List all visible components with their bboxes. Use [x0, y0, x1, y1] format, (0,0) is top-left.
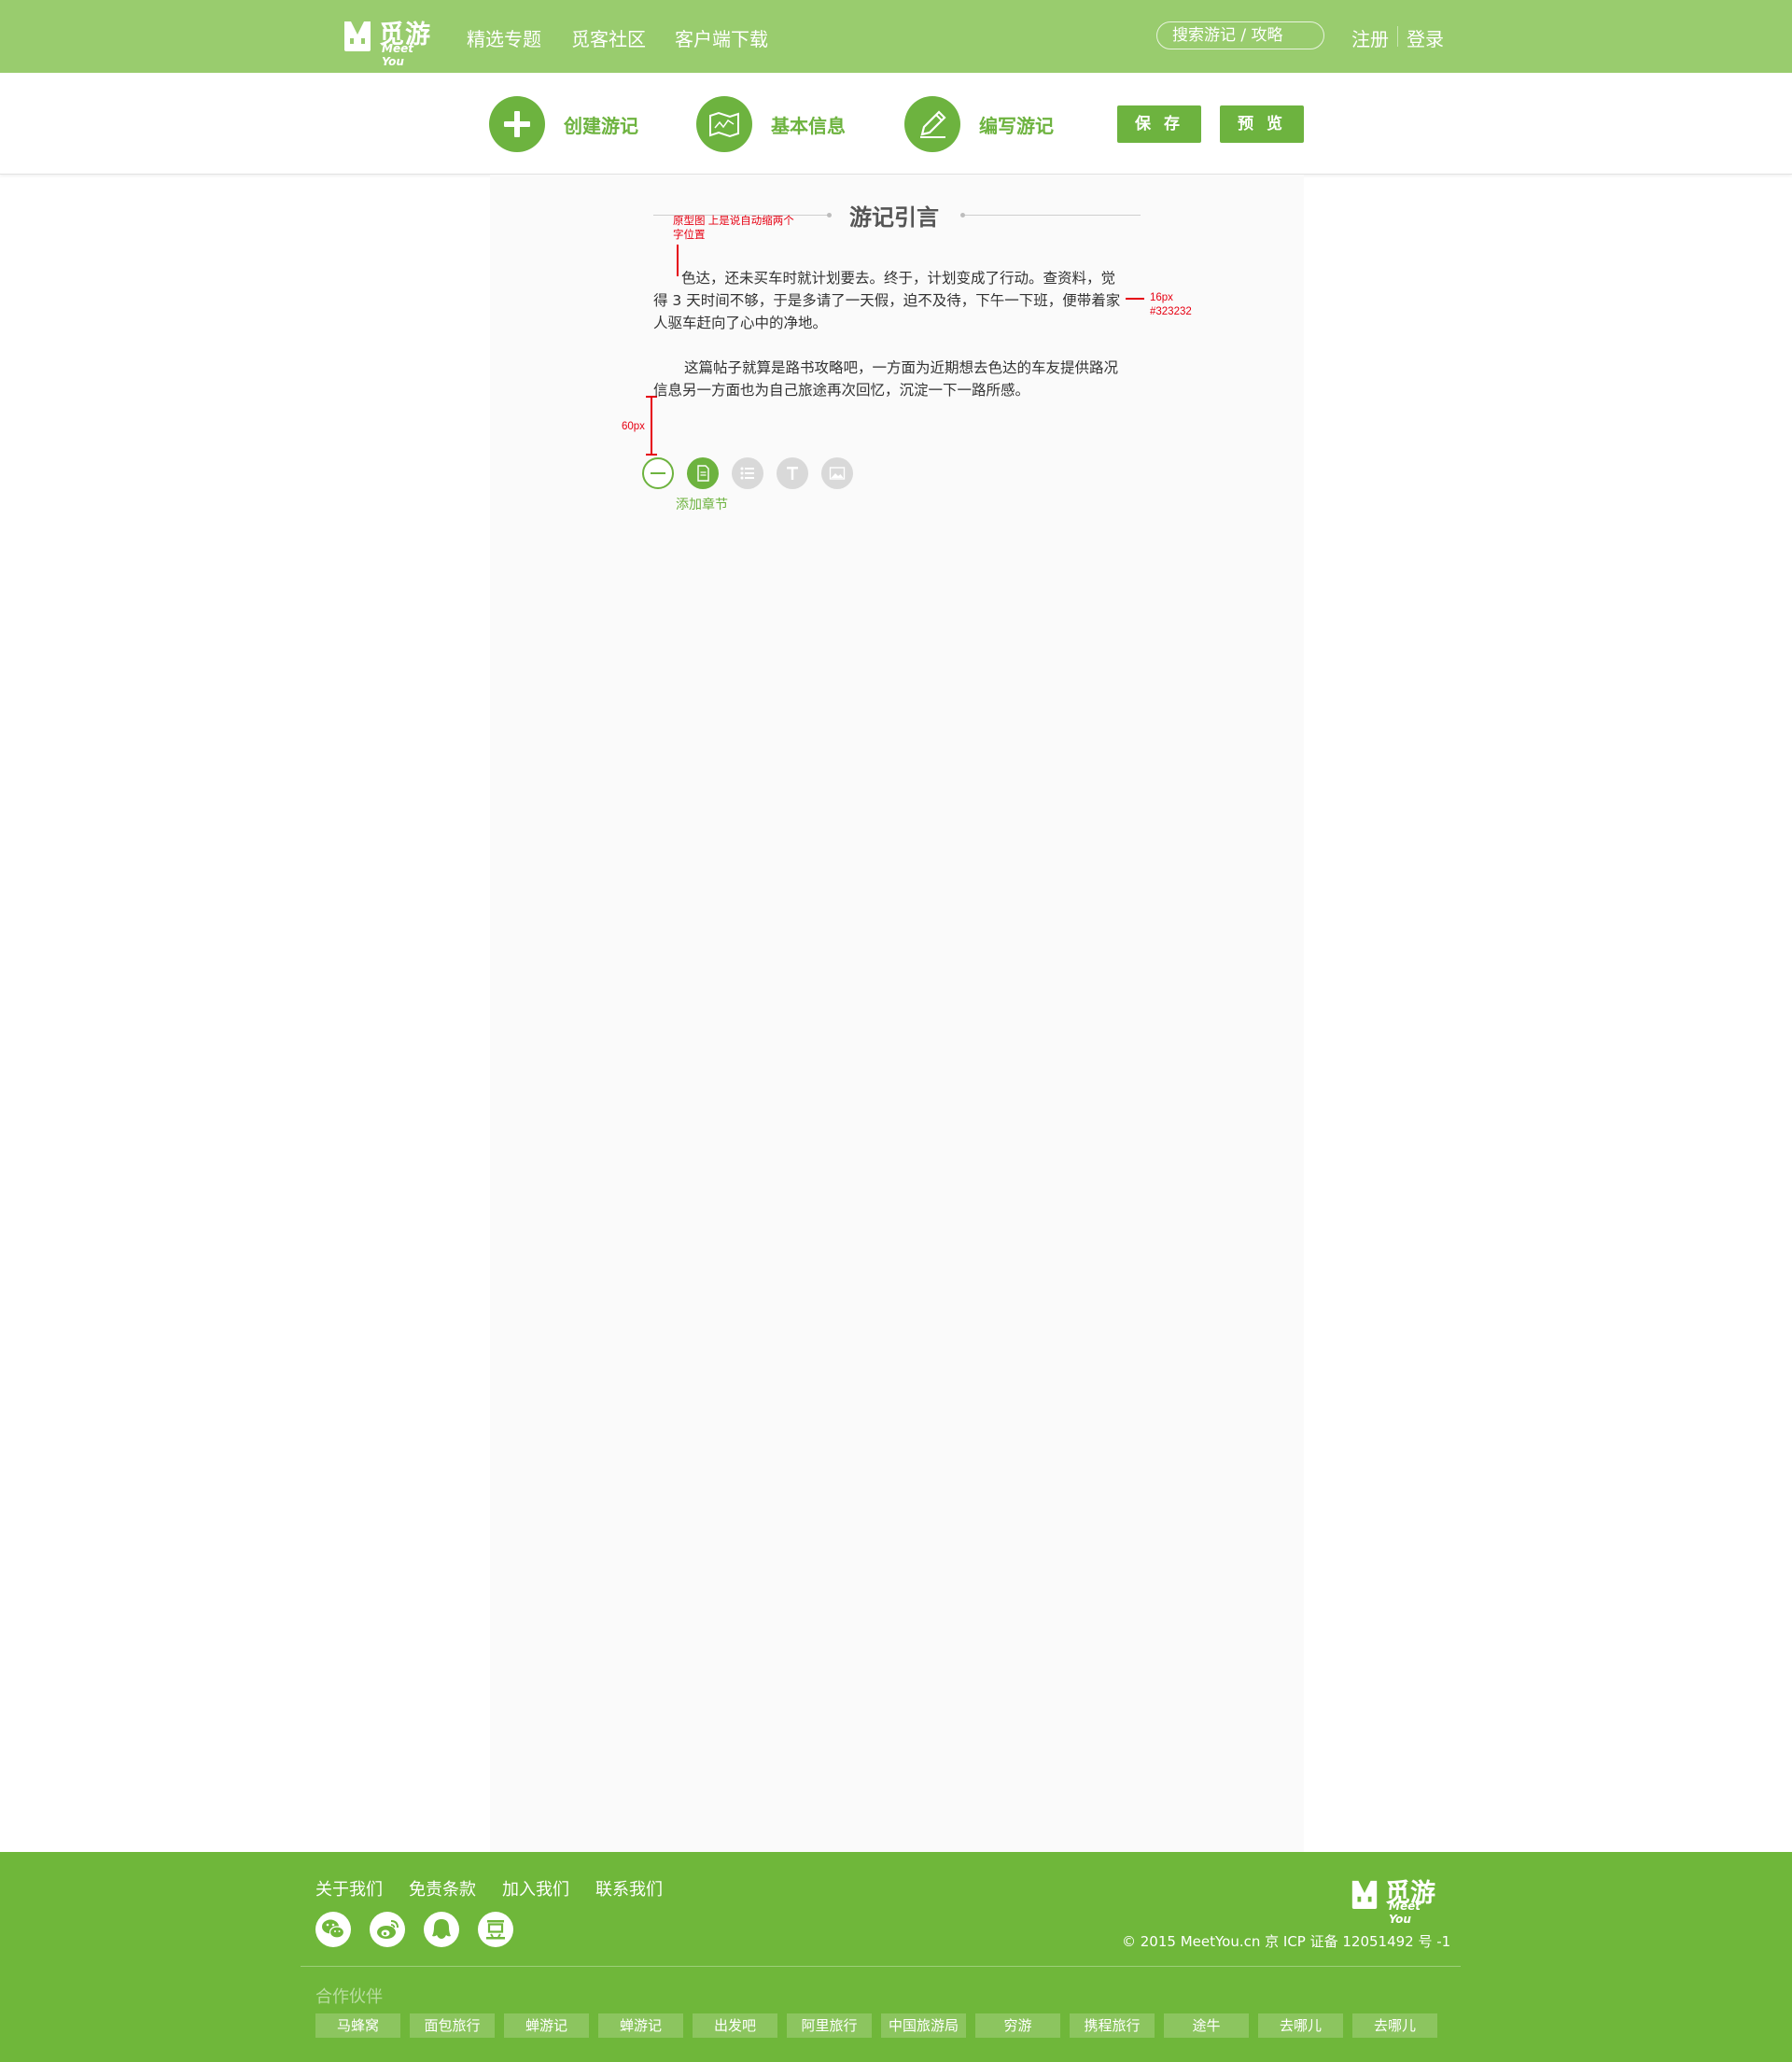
save-button[interactable]: 保 存 [1117, 105, 1201, 143]
editor-canvas [490, 175, 1304, 1852]
spacing-marker-line [651, 396, 652, 454]
logo-mark-icon [1351, 1880, 1378, 1909]
logo-subtext: Meet You [382, 42, 413, 68]
step-create-button[interactable] [489, 96, 545, 152]
copyright-text: © 2015 MeetYou.cn 京 ICP 证备 12051492 号 -1 [1122, 1933, 1451, 1950]
partners-title: 合作伙伴 [315, 1987, 383, 2007]
pencil-icon [920, 110, 946, 138]
wechat-button[interactable] [315, 1912, 351, 1947]
logo-mark-icon [344, 21, 371, 51]
partner-tag[interactable]: 去哪儿 [1352, 2013, 1437, 2038]
spacing-note: 60px [622, 421, 645, 432]
preview-button[interactable]: 预 览 [1220, 105, 1304, 143]
title-rule-right [965, 215, 1141, 216]
step-write-button[interactable] [904, 96, 960, 152]
list-icon [732, 457, 763, 489]
footer-logo-subtext: Meet You [1389, 1900, 1421, 1926]
wechat-icon [322, 1919, 345, 1939]
register-link[interactable]: 注册 [1351, 24, 1389, 51]
add-chapter-button[interactable] [687, 457, 719, 489]
partner-tag[interactable]: 阿里旅行 [787, 2013, 872, 2038]
plus-icon [504, 111, 530, 137]
image-icon [821, 457, 853, 489]
partner-tag[interactable]: 中国旅游局 [881, 2013, 966, 2038]
document-icon [687, 457, 719, 489]
partner-tag[interactable]: 携程旅行 [1070, 2013, 1155, 2038]
section-title: 游记引言 [849, 204, 939, 231]
add-image-button[interactable] [821, 457, 853, 489]
weibo-icon [377, 1920, 399, 1939]
add-list-button[interactable] [732, 457, 763, 489]
paragraph-line: 人驱车赶向了心中的净地。 [653, 315, 828, 331]
nav-featured-topics[interactable]: 精选专题 [467, 24, 541, 51]
footer-link-about[interactable]: 关于我们 [315, 1876, 383, 1901]
font-size-note: 16px [1150, 292, 1173, 303]
partner-tag[interactable]: 途牛 [1164, 2013, 1249, 2038]
spacing-marker-cap-bottom [646, 454, 657, 456]
qq-icon [432, 1919, 451, 1939]
partner-tag[interactable]: 马蜂窝 [315, 2013, 400, 2038]
weibo-button[interactable] [370, 1912, 405, 1947]
map-icon [709, 111, 739, 138]
search-input[interactable]: 搜索游记 / 攻略 [1156, 21, 1324, 49]
douban-icon [486, 1920, 505, 1940]
partner-tag[interactable]: 蝉游记 [504, 2013, 589, 2038]
step-basic-info-label[interactable]: 基本信息 [771, 111, 846, 138]
auth-divider [1397, 26, 1398, 47]
title-dot-left [827, 213, 832, 217]
site-logo[interactable]: 觅游 Meet You [342, 16, 435, 68]
intro-paragraph-1[interactable]: 色达，还未买车时就计划要去。终于，计划变成了行动。查资料，觉 得 3 天时间不够… [653, 267, 1139, 334]
paragraph-line: 信息另一方面也为自己旅途再次回忆，沉淀一下一路所感。 [653, 382, 1030, 399]
qq-button[interactable] [424, 1912, 459, 1947]
douban-button[interactable] [478, 1912, 513, 1947]
step-write-label[interactable]: 编写游记 [979, 111, 1054, 138]
paragraph-line: 这篇帖子就算是路书攻略吧，一方面为近期想去色达的车友提供路况 [684, 359, 1119, 376]
nav-community[interactable]: 觅客社区 [571, 24, 646, 51]
paragraph-line: 色达，还未买车时就计划要去。终于，计划变成了行动。查资料，觉 [681, 270, 1116, 287]
paragraph-line: 得 3 天时间不够，于是多请了一天假，迫不及待，下午一下班，便带着家 [653, 292, 1121, 309]
intro-paragraph-2[interactable]: 这篇帖子就算是路书攻略吧，一方面为近期想去色达的车友提供路况 信息另一方面也为自… [653, 357, 1139, 401]
login-link[interactable]: 登录 [1407, 24, 1444, 51]
top-navbar [0, 0, 1792, 73]
partner-tag[interactable]: 面包旅行 [410, 2013, 495, 2038]
add-chapter-caption: 添加章节 [676, 498, 728, 512]
indent-note: 原型图 上是说自动缩两个 [673, 216, 794, 227]
partner-tag[interactable]: 蝉游记 [598, 2013, 683, 2038]
text-icon [777, 457, 808, 489]
footer-link-disclaimer[interactable]: 免责条款 [409, 1876, 476, 1901]
partner-tag[interactable]: 穷游 [975, 2013, 1060, 2038]
indent-note-cont: 字位置 [673, 230, 706, 241]
step-create-label[interactable]: 创建游记 [564, 111, 638, 138]
minus-icon [642, 457, 674, 489]
collapse-toolbar-button[interactable] [642, 457, 674, 489]
footer-link-join[interactable]: 加入我们 [502, 1876, 569, 1901]
step-basic-info-button[interactable] [696, 96, 752, 152]
footer-logo[interactable]: 觅游 Meet You [1350, 1874, 1443, 1926]
footer-link-contact[interactable]: 联系我们 [595, 1876, 663, 1901]
partner-tag[interactable]: 去哪儿 [1258, 2013, 1343, 2038]
step-bar [0, 73, 1792, 175]
color-note: #323232 [1150, 306, 1192, 317]
add-text-button[interactable] [777, 457, 808, 489]
partner-tag[interactable]: 出发吧 [693, 2013, 777, 2038]
nav-client-download[interactable]: 客户端下载 [675, 24, 768, 51]
footer-divider [301, 1966, 1461, 1967]
